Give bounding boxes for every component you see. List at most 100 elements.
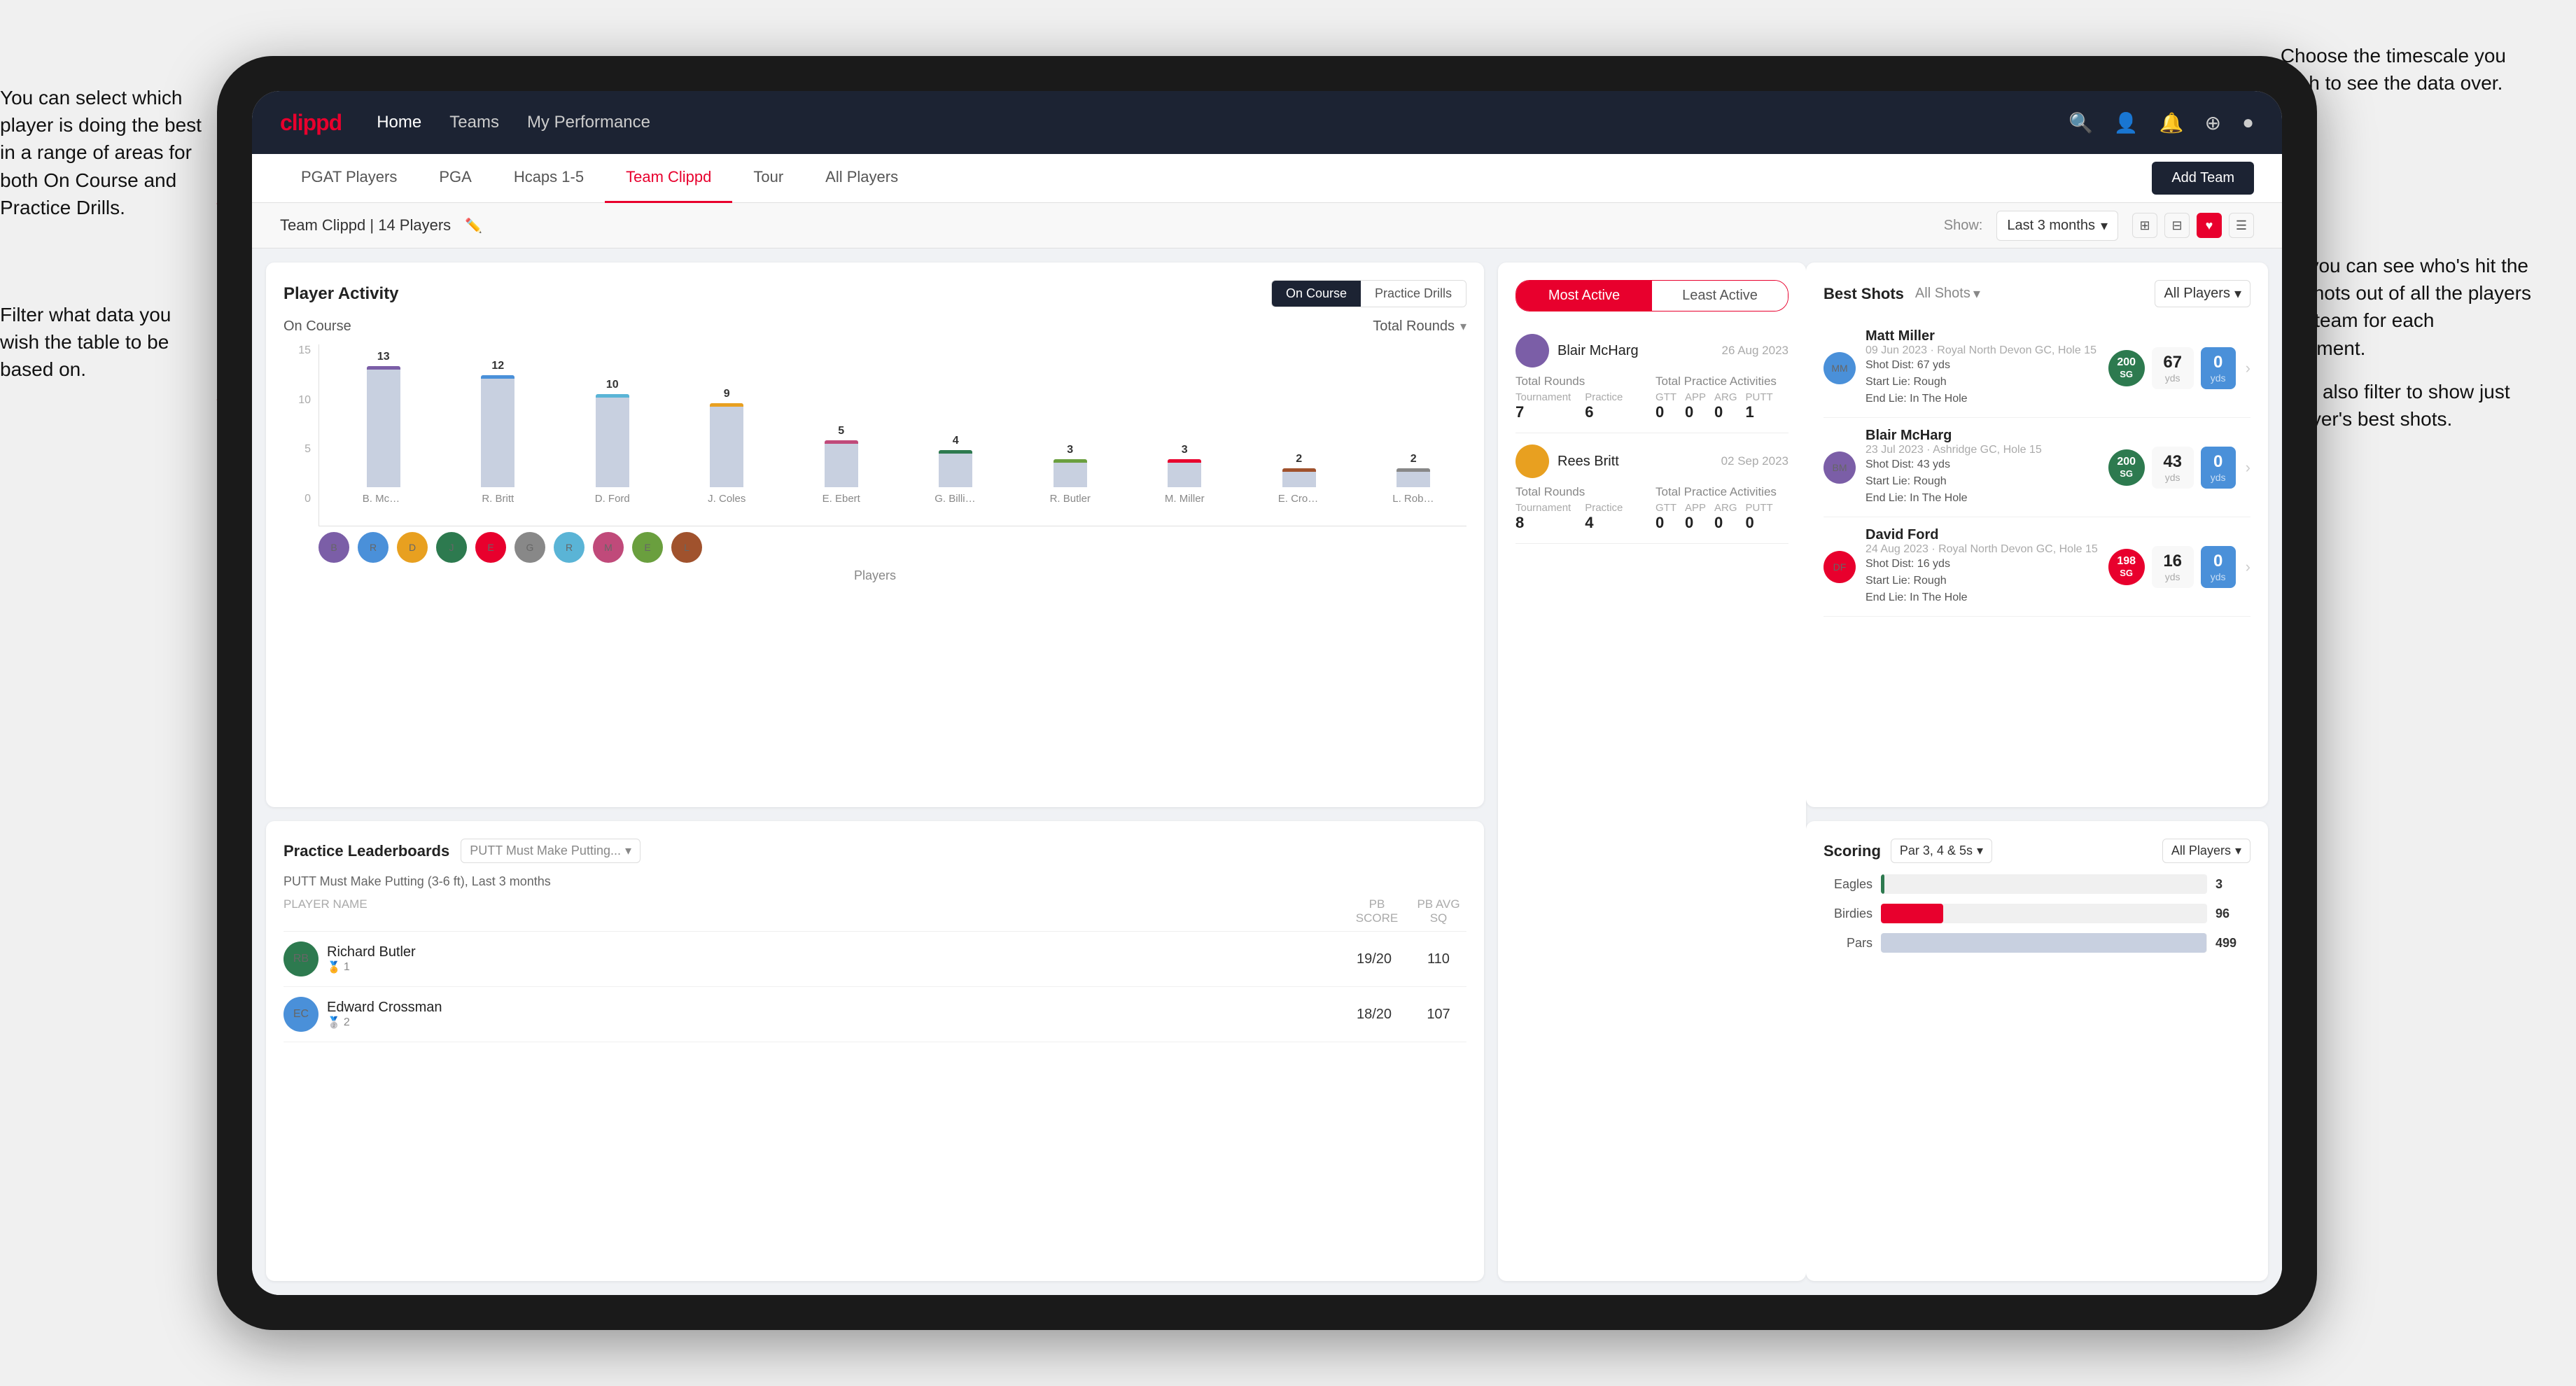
scoring-bar-track-1 (1881, 904, 2207, 923)
bar-label-3: J. Coles (706, 493, 748, 505)
practice-player-name-1: Richard Butler (327, 944, 1338, 960)
active-player-name-2: Rees Britt (1558, 454, 1713, 470)
person-icon[interactable]: 👤 (2114, 111, 2138, 134)
bar-4[interactable] (825, 440, 858, 487)
add-team-button[interactable]: Add Team (2152, 162, 2254, 195)
player-avatar-1: R (358, 532, 388, 563)
nav-link-performance[interactable]: My Performance (527, 113, 650, 132)
tablet-shell: clippd Home Teams My Performance 🔍 👤 🔔 ⊕… (217, 56, 2317, 1330)
bars-container: 13 B. McHarg 12 R. Britt 10 D. Ford 9 J.… (318, 344, 1466, 526)
view-grid3-btn[interactable]: ⊟ (2164, 213, 2190, 238)
main-content: Player Activity On Course Practice Drill… (252, 248, 2282, 1295)
sub-nav-right: Add Team (2152, 162, 2254, 195)
tab-pgat-players[interactable]: PGAT Players (280, 154, 418, 203)
shot-badge-sub-3: SG (2120, 568, 2133, 579)
total-rounds-group-1: Total Rounds Tournament 7 Practice 6 (1516, 374, 1648, 421)
scoring-bar-val-2: 499 (2216, 936, 2250, 951)
edit-icon[interactable]: ✏️ (465, 217, 482, 234)
active-player-avatar-1 (1516, 334, 1549, 368)
shot-row-3: DF David Ford 24 Aug 2023 · Royal North … (1823, 517, 2250, 617)
y-label-15: 15 (298, 344, 311, 357)
bar-5[interactable] (939, 450, 972, 487)
players-chevron: ▾ (2234, 285, 2241, 302)
tab-pga[interactable]: PGA (418, 154, 492, 203)
timescale-value: Last 3 months (2007, 218, 2095, 234)
scoring-filter-select[interactable]: Par 3, 4 & 5s ▾ (1891, 839, 1992, 863)
add-circle-icon[interactable]: ⊕ (2205, 111, 2221, 134)
nav-link-teams[interactable]: Teams (449, 113, 499, 132)
shot-stat-val-3: 16 (2163, 552, 2182, 571)
view-grid4-btn[interactable]: ⊞ (2132, 213, 2157, 238)
practice-val-1: 6 (1585, 403, 1623, 421)
y-axis: 15 10 5 0 (284, 344, 315, 505)
user-avatar-icon[interactable]: ● (2242, 111, 2254, 134)
player-avatar-3: J (436, 532, 467, 563)
scoring-bar-row-0: Eagles 3 (1823, 874, 2250, 894)
active-player-name-1: Blair McHarg (1558, 343, 1714, 359)
arg-val-1: 0 (1714, 403, 1737, 421)
shot-stat-val-zero-2: 0 (2213, 452, 2222, 472)
practice-drills-toggle[interactable]: Practice Drills (1361, 281, 1466, 307)
bar-group-6: 3 R. Butler (1017, 444, 1124, 505)
practice-score-1: 19/20 (1346, 951, 1402, 967)
scoring-player-filter[interactable]: All Players ▾ (2162, 839, 2250, 863)
scoring-bar-row-1: Birdies 96 (1823, 904, 2250, 923)
tab-team-clippd[interactable]: Team Clippd (605, 154, 732, 203)
col-pb-avg: PB AVG SQ (1410, 897, 1466, 925)
practice-activities-group-2: Total Practice Activities GTT 0 APP 0 (1656, 485, 1788, 532)
practice-drill-select[interactable]: PUTT Must Make Putting... ▾ (461, 839, 640, 863)
bar-chart-area: 15 10 5 0 13 B. McHarg 12 R. Britt 10 (284, 344, 1466, 526)
tab-all-players[interactable]: All Players (804, 154, 919, 203)
timescale-select[interactable]: Last 3 months ▾ (1996, 211, 2118, 241)
putt-val-1: 1 (1746, 403, 1773, 421)
tab-hcaps[interactable]: Hcaps 1-5 (493, 154, 605, 203)
bar-6[interactable] (1054, 459, 1087, 487)
bar-8[interactable] (1282, 468, 1316, 487)
nav-link-home[interactable]: Home (377, 113, 421, 132)
shot-arrow-3[interactable]: › (2246, 558, 2250, 576)
bar-3[interactable] (710, 403, 743, 487)
shot-stat-1: 67 yds (2152, 347, 2194, 389)
bar-0[interactable] (367, 366, 400, 487)
bar-val-3: 9 (724, 388, 730, 400)
bar-1[interactable] (481, 375, 514, 487)
bar-group-3: 9 J. Coles (674, 388, 780, 505)
y-label-5: 5 (304, 443, 311, 456)
shot-player-name-3: David Ford (1865, 527, 2099, 543)
view-list-btn[interactable]: ☰ (2229, 213, 2254, 238)
on-course-toggle[interactable]: On Course (1272, 281, 1361, 307)
shot-row-2: BM Blair McHarg 23 Jul 2023 · Ashridge G… (1823, 418, 2250, 517)
most-active-tab[interactable]: Most Active (1516, 281, 1652, 311)
putt-label-1: PUTT (1746, 391, 1773, 403)
bar-val-6: 3 (1067, 444, 1073, 456)
bar-9[interactable] (1396, 468, 1430, 487)
shot-player-name-2: Blair McHarg (1865, 428, 2099, 444)
shots-chevron: ▾ (1973, 285, 1980, 302)
shot-stat-unit-zero-1: yds (2211, 372, 2226, 384)
active-player-header-2: Rees Britt 02 Sep 2023 (1516, 444, 1788, 478)
bar-2[interactable] (596, 394, 629, 487)
tournament-label-2: Tournament (1516, 502, 1571, 514)
search-icon[interactable]: 🔍 (2068, 111, 2093, 134)
least-active-tab[interactable]: Least Active (1652, 281, 1788, 311)
bar-val-2: 10 (606, 379, 619, 391)
shot-stat-unit-zero-3: yds (2211, 571, 2226, 582)
bar-label-1: R. Britt (477, 493, 519, 505)
bar-val-5: 4 (953, 435, 959, 447)
tab-tour[interactable]: Tour (732, 154, 804, 203)
bar-7[interactable] (1168, 459, 1201, 487)
shot-stat-3: 16 yds (2152, 546, 2194, 588)
player-avatar-6: R (554, 532, 584, 563)
scoring-bars: Eagles 3 Birdies 96 Pars 499 (1823, 874, 2250, 953)
player-activity-card: Player Activity On Course Practice Drill… (266, 262, 1484, 807)
shot-arrow-1[interactable]: › (2246, 359, 2250, 377)
all-players-filter[interactable]: All Players ▾ (2155, 280, 2250, 307)
shot-badge-text-1: 200 (2117, 356, 2136, 369)
shot-arrow-2[interactable]: › (2246, 458, 2250, 477)
chart-dropdown-chevron[interactable]: ▾ (1460, 319, 1466, 334)
bell-icon[interactable]: 🔔 (2160, 111, 2184, 134)
y-label-0: 0 (304, 493, 311, 505)
all-shots-tab[interactable]: All Shots ▾ (1915, 285, 1980, 302)
bar-group-4: 5 E. Ebert (788, 425, 895, 505)
view-heart-btn[interactable]: ♥ (2197, 213, 2222, 238)
